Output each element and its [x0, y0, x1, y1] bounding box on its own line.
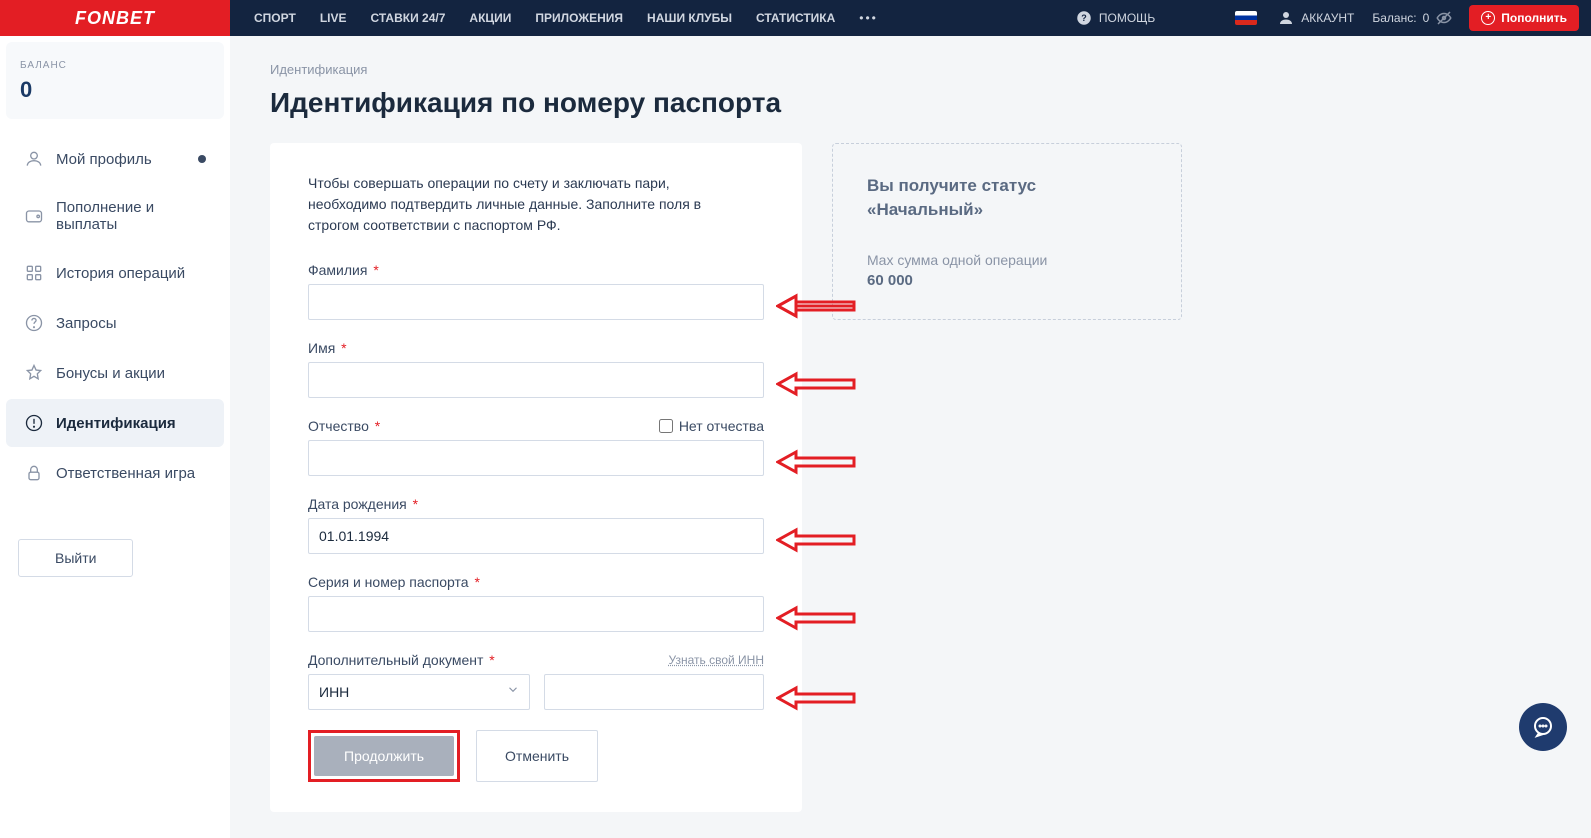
- arrow-annotation-icon: [776, 682, 856, 714]
- sidebar-item-identification[interactable]: Идентификация: [6, 399, 224, 447]
- name-input[interactable]: [308, 362, 764, 398]
- name-label: Имя *: [308, 340, 347, 356]
- form-card: Чтобы совершать операции по счету и закл…: [270, 143, 802, 812]
- dob-label: Дата рождения *: [308, 496, 418, 512]
- patronymic-label: Отчество *: [308, 418, 380, 434]
- form-actions: Продолжить Отменить: [308, 730, 764, 782]
- nav-apps[interactable]: ПРИЛОЖЕНИЯ: [523, 11, 635, 25]
- alert-icon: [24, 413, 44, 433]
- refill-button[interactable]: + Пополнить: [1469, 5, 1579, 31]
- nav-clubs[interactable]: НАШИ КЛУБЫ: [635, 11, 744, 25]
- sidebar-item-history[interactable]: История операций: [6, 249, 224, 297]
- nav-bets247[interactable]: СТАВКИ 24/7: [358, 11, 457, 25]
- user-icon: [24, 149, 44, 169]
- doc-label: Дополнительный документ *: [308, 652, 495, 668]
- dot-indicator-icon: [198, 155, 206, 163]
- continue-highlight: Продолжить: [308, 730, 460, 782]
- field-doc: Дополнительный документ * Узнать свой ИН…: [308, 652, 764, 710]
- sidebar-item-wallet[interactable]: Пополнение и выплаты: [6, 185, 224, 247]
- logo-bar[interactable]: FONBET: [0, 0, 230, 36]
- help-icon: ?: [1075, 9, 1093, 27]
- doc-select-value[interactable]: [308, 674, 530, 710]
- svg-text:?: ?: [1081, 13, 1087, 23]
- field-name: Имя *: [308, 340, 764, 398]
- field-patronymic: Отчество * Нет отчества: [308, 418, 764, 476]
- passport-label: Серия и номер паспорта *: [308, 574, 480, 590]
- eye-off-icon[interactable]: [1435, 9, 1453, 27]
- main-content: Идентификация Идентификация по номеру па…: [230, 36, 1591, 838]
- arrow-annotation-icon: [776, 602, 856, 634]
- breadcrumb[interactable]: Идентификация: [270, 62, 1551, 77]
- nav-sport[interactable]: СПОРТ: [242, 11, 308, 25]
- field-passport: Серия и номер паспорта *: [308, 574, 764, 632]
- sidebar-item-profile[interactable]: Мой профиль: [6, 135, 224, 183]
- surname-input[interactable]: [308, 284, 764, 320]
- plus-icon: +: [1481, 11, 1495, 25]
- info-value: 60 000: [867, 272, 1147, 289]
- arrow-annotation-icon: [776, 446, 856, 478]
- info-title: Вы получите статус «Начальный»: [867, 174, 1147, 222]
- header-balance: Баланс: 0: [1364, 9, 1461, 27]
- nav-live[interactable]: LIVE: [308, 11, 359, 25]
- logout-button[interactable]: Выйти: [18, 539, 133, 577]
- balance-label: БАЛАНС: [20, 60, 210, 71]
- arrow-annotation-icon: [776, 524, 856, 556]
- nav-stats[interactable]: СТАТИСТИКА: [744, 11, 847, 25]
- inn-input[interactable]: [544, 674, 764, 710]
- no-patronymic-checkbox[interactable]: Нет отчества: [659, 418, 764, 434]
- logo: FONBET: [75, 8, 155, 29]
- cancel-button[interactable]: Отменить: [476, 730, 598, 782]
- flag-ru-icon: [1235, 11, 1257, 25]
- arrow-annotation-icon: [776, 368, 856, 400]
- sidebar-item-requests[interactable]: Запросы: [6, 299, 224, 347]
- page-title: Идентификация по номеру паспорта: [270, 87, 1551, 119]
- surname-label: Фамилия *: [308, 262, 379, 278]
- field-surname: Фамилия *: [308, 262, 764, 320]
- nav-help[interactable]: ? ПОМОЩЬ: [1065, 9, 1165, 27]
- sidebar-menu: Мой профиль Пополнение и выплаты История…: [0, 125, 230, 519]
- info-sub: Max сумма одной операции: [867, 252, 1147, 268]
- intro-text: Чтобы совершать операции по счету и закл…: [308, 173, 728, 236]
- nav-promo[interactable]: АКЦИИ: [457, 11, 523, 25]
- balance-card: БАЛАНС 0: [6, 42, 224, 119]
- dob-input[interactable]: [308, 518, 764, 554]
- language-flag[interactable]: [1225, 11, 1267, 25]
- user-icon: [1277, 9, 1295, 27]
- sidebar-item-responsible[interactable]: Ответственная игра: [6, 449, 224, 497]
- sidebar: БАЛАНС 0 Мой профиль Пополнение и выплат…: [0, 36, 230, 838]
- top-nav: СПОРТ LIVE СТАВКИ 24/7 АКЦИИ ПРИЛОЖЕНИЯ …: [230, 0, 1591, 36]
- grid-icon: [24, 263, 44, 283]
- patronymic-input[interactable]: [308, 440, 764, 476]
- chat-icon: [1531, 715, 1555, 739]
- chat-fab[interactable]: [1519, 703, 1567, 751]
- balance-value: 0: [20, 77, 210, 103]
- wallet-icon: [24, 206, 44, 226]
- star-icon: [24, 363, 44, 383]
- passport-input[interactable]: [308, 596, 764, 632]
- nav-account[interactable]: АККАУНТ: [1267, 9, 1364, 27]
- lock-icon: [24, 463, 44, 483]
- continue-button[interactable]: Продолжить: [314, 736, 454, 776]
- doc-select[interactable]: [308, 674, 530, 710]
- sidebar-item-bonuses[interactable]: Бонусы и акции: [6, 349, 224, 397]
- nav-more-icon[interactable]: •••: [847, 11, 890, 25]
- inn-hint-link[interactable]: Узнать свой ИНН: [669, 653, 764, 667]
- info-card: Вы получите статус «Начальный» Max сумма…: [832, 143, 1182, 320]
- field-dob: Дата рождения *: [308, 496, 764, 554]
- question-icon: [24, 313, 44, 333]
